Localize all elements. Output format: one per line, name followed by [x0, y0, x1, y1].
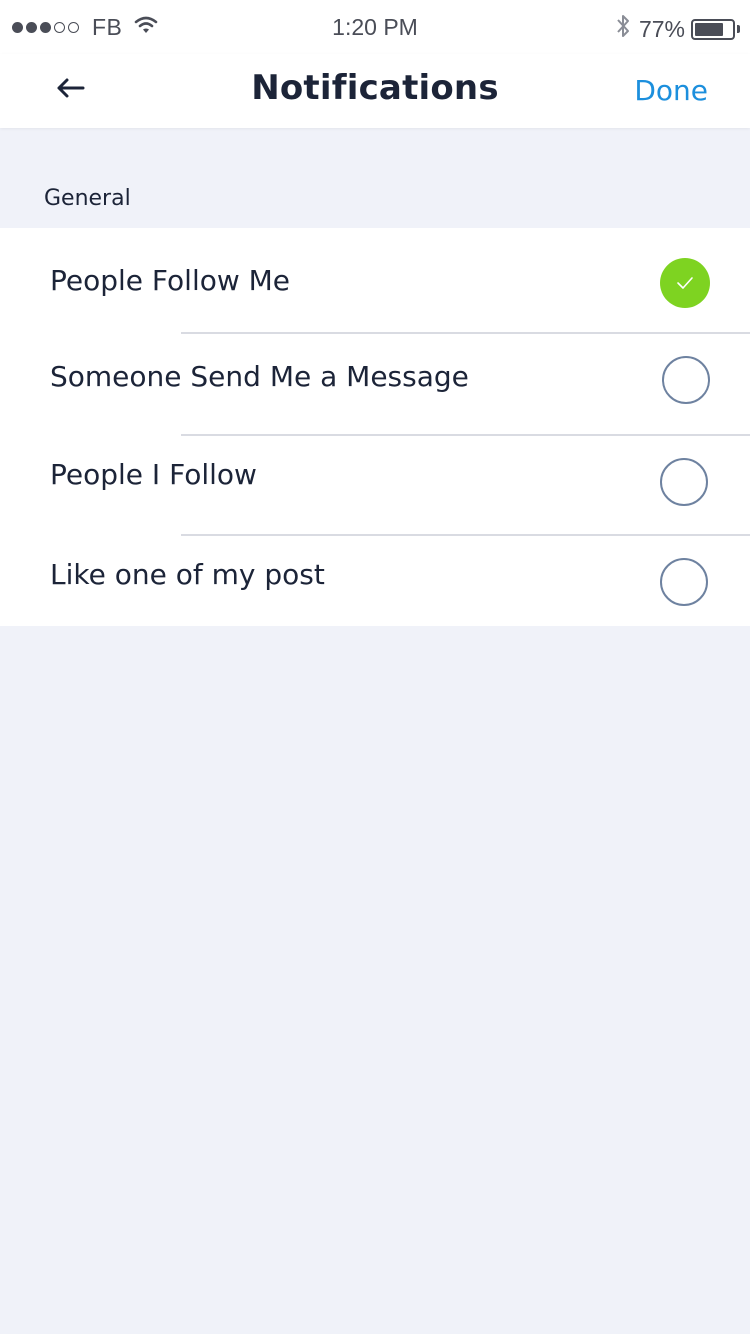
option-label: Someone Send Me a Message	[50, 360, 469, 393]
option-checkbox[interactable]	[660, 558, 708, 606]
option-label: Like one of my post	[50, 558, 325, 591]
battery-icon	[691, 18, 735, 40]
bluetooth-icon	[615, 13, 631, 45]
option-checkbox[interactable]	[660, 258, 710, 308]
status-right: 77%	[615, 13, 740, 45]
checkmark-icon	[677, 277, 693, 289]
option-row-people-follow-me[interactable]: People Follow Me	[0, 228, 750, 332]
status-bar: FB 1:20 PM 77%	[0, 0, 750, 54]
option-checkbox[interactable]	[662, 356, 710, 404]
section-header-general: General	[44, 186, 131, 211]
navigation-bar: Notifications Done	[0, 54, 750, 128]
back-button[interactable]	[50, 72, 90, 108]
option-row-like-one-of-my-post[interactable]: Like one of my post	[0, 536, 750, 626]
battery-percent: 77%	[638, 15, 685, 42]
option-row-someone-send-me-a-message[interactable]: Someone Send Me a Message	[0, 334, 750, 434]
option-label: People Follow Me	[50, 264, 291, 297]
arrow-left-icon	[55, 77, 85, 103]
option-label: People I Follow	[50, 458, 257, 491]
notification-options-list: People Follow Me Someone Send Me a Messa…	[0, 228, 750, 626]
option-checkbox[interactable]	[660, 458, 708, 506]
option-row-people-i-follow[interactable]: People I Follow	[0, 436, 750, 534]
done-button[interactable]: Done	[634, 74, 708, 107]
battery-cap	[737, 25, 740, 33]
